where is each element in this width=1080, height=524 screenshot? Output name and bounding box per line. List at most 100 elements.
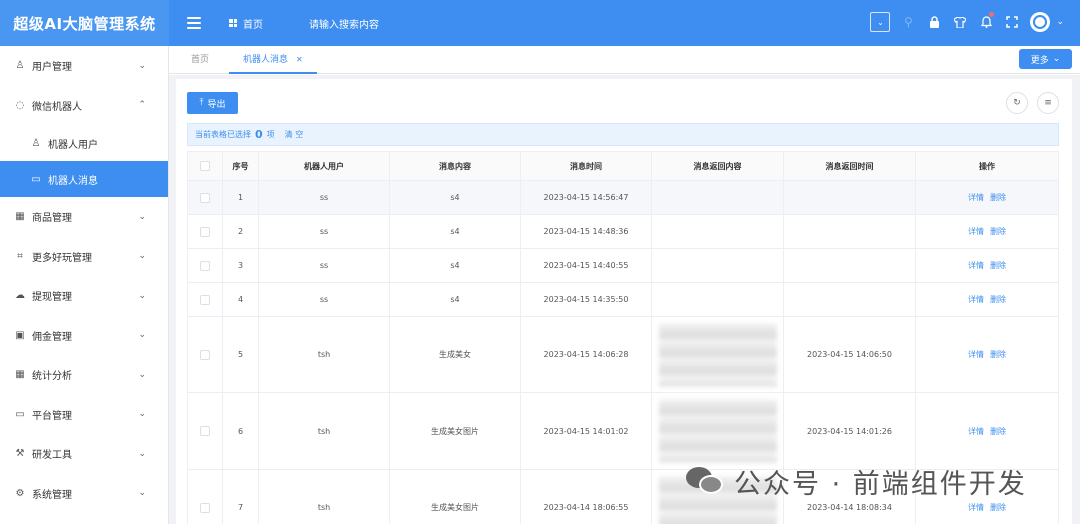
settings-sliders-icon[interactable]: ≡ bbox=[1037, 92, 1059, 114]
row-checkbox[interactable] bbox=[200, 426, 210, 436]
delete-link[interactable]: 删除 bbox=[990, 294, 1006, 305]
column-header: 消息返回内容 bbox=[652, 152, 784, 180]
cell-index: 3 bbox=[223, 249, 259, 282]
sidebar-item-label: 微信机器人 bbox=[32, 101, 82, 113]
column-header: 序号 bbox=[223, 152, 259, 180]
sidebar-item-dev-tools[interactable]: ⚒ 研发工具 ⌄ bbox=[0, 434, 168, 474]
cell-message: 生成美女图片 bbox=[390, 393, 521, 469]
delete-link[interactable]: 删除 bbox=[990, 426, 1006, 437]
chevron-down-icon[interactable]: ⌄ bbox=[870, 12, 891, 32]
select-all-checkbox-cell bbox=[188, 152, 223, 180]
chevron-down-icon: ⌄ bbox=[138, 290, 146, 301]
menu-toggle-icon[interactable] bbox=[187, 17, 201, 29]
sidebar-item-label: 商品管理 bbox=[32, 213, 72, 225]
sidebar-item-system-management[interactable]: ⚙ 系统管理 ⌄ bbox=[0, 474, 168, 514]
cell-user: tsh bbox=[259, 317, 390, 392]
table-row: 1 ss s4 2023-04-15 14:56:47 详情 删除 bbox=[188, 181, 1058, 215]
cell-actions: 详情 删除 bbox=[916, 283, 1058, 316]
chevron-down-icon: ⌄ bbox=[138, 409, 146, 420]
more-button[interactable]: 更多 ⌄ bbox=[1019, 49, 1072, 69]
row-checkbox-cell bbox=[188, 181, 223, 214]
sidebar-item-bot-messages[interactable]: ▭ 机器人消息 bbox=[0, 161, 168, 197]
lock-icon[interactable] bbox=[926, 14, 942, 30]
detail-link[interactable]: 详情 bbox=[968, 349, 984, 360]
blurred-image bbox=[658, 399, 777, 463]
selection-count: 0 bbox=[255, 128, 263, 141]
row-checkbox[interactable] bbox=[200, 349, 210, 360]
row-checkbox[interactable] bbox=[200, 226, 210, 237]
wechat-icon: ◌ bbox=[15, 99, 25, 111]
clear-selection-link[interactable]: 清 空 bbox=[285, 129, 304, 140]
sidebar-item-bot-users[interactable]: ♙ 机器人用户 bbox=[0, 125, 168, 161]
export-button[interactable]: ⤒ 导出 bbox=[187, 92, 238, 114]
chevron-down-icon[interactable]: ⌄ bbox=[1056, 17, 1064, 27]
cell-index: 5 bbox=[223, 317, 259, 392]
sidebar-item-label: 平台管理 bbox=[32, 410, 72, 422]
chevron-down-icon: ⌄ bbox=[138, 448, 146, 459]
detail-link[interactable]: 详情 bbox=[968, 260, 984, 271]
chevron-down-icon: ⌄ bbox=[138, 369, 146, 380]
sidebar-item-wechat-bot[interactable]: ◌ 微信机器人 ⌃ bbox=[0, 86, 168, 126]
cell-user: ss bbox=[259, 283, 390, 316]
delete-link[interactable]: 删除 bbox=[990, 260, 1006, 271]
sidebar-item-label: 系统管理 bbox=[32, 489, 72, 501]
detail-link[interactable]: 详情 bbox=[968, 192, 984, 203]
detail-link[interactable]: 详情 bbox=[968, 426, 984, 437]
select-all-checkbox[interactable] bbox=[200, 161, 210, 171]
cloud-icon: ☁ bbox=[15, 290, 25, 302]
tab-label: 机器人消息 bbox=[243, 55, 289, 65]
chevron-down-icon: ⌄ bbox=[1052, 54, 1061, 64]
cell-index: 4 bbox=[223, 283, 259, 316]
main-content: ⤒ 导出 ↻ ≡ 当前表格已选择 0 项 清 空 序号 机器人用户 消息内容 消… bbox=[169, 75, 1080, 524]
row-checkbox-cell bbox=[188, 393, 223, 469]
tab-bot-messages[interactable]: 机器人消息 ✕ bbox=[229, 46, 317, 74]
grid-icon: ▦ bbox=[15, 369, 25, 381]
cell-user: ss bbox=[259, 215, 390, 248]
row-checkbox[interactable] bbox=[200, 502, 210, 513]
cell-return-content bbox=[652, 215, 784, 248]
gear-icon: ⚙ bbox=[15, 487, 25, 499]
refresh-icon[interactable]: ↻ bbox=[1006, 92, 1028, 114]
row-checkbox[interactable] bbox=[200, 192, 210, 203]
tab-home[interactable]: 首页 bbox=[191, 46, 209, 74]
table-row: 4 ss s4 2023-04-15 14:35:50 详情 删除 bbox=[188, 283, 1058, 317]
table-row: 2 ss s4 2023-04-15 14:48:36 详情 删除 bbox=[188, 215, 1058, 249]
cell-return-time: 2023-04-15 14:01:26 bbox=[784, 393, 916, 469]
font-icon[interactable]: ⚲ bbox=[900, 14, 916, 30]
fullscreen-icon[interactable] bbox=[1004, 14, 1020, 30]
delete-link[interactable]: 删除 bbox=[990, 226, 1006, 237]
sidebar-item-statistics[interactable]: ▦ 统计分析 ⌄ bbox=[0, 355, 168, 395]
selection-suffix: 项 bbox=[266, 130, 275, 139]
cell-message: s4 bbox=[390, 181, 521, 214]
close-icon[interactable]: ✕ bbox=[296, 55, 303, 64]
detail-link[interactable]: 详情 bbox=[968, 502, 984, 513]
bell-icon[interactable] bbox=[978, 12, 995, 30]
cell-index: 6 bbox=[223, 393, 259, 469]
row-checkbox-cell bbox=[188, 317, 223, 392]
row-checkbox-cell bbox=[188, 249, 223, 282]
home-label: 首页 bbox=[243, 19, 263, 31]
topbar-home-link[interactable]: 首页 bbox=[229, 16, 263, 31]
detail-link[interactable]: 详情 bbox=[968, 226, 984, 237]
delete-link[interactable]: 删除 bbox=[990, 502, 1006, 513]
row-checkbox[interactable] bbox=[200, 294, 210, 305]
cell-return-time bbox=[784, 249, 916, 282]
sidebar-item-platform-management[interactable]: ▭ 平台管理 ⌄ bbox=[0, 395, 168, 435]
sidebar-item-user-management[interactable]: ♙ 用户管理 ⌄ bbox=[0, 46, 168, 86]
delete-link[interactable]: 删除 bbox=[990, 192, 1006, 203]
app-logo-title: 超级AI大脑管理系统 bbox=[0, 0, 169, 46]
cell-actions: 详情 删除 bbox=[916, 393, 1058, 469]
delete-link[interactable]: 删除 bbox=[990, 349, 1006, 360]
sidebar-item-withdrawal-management[interactable]: ☁ 提现管理 ⌄ bbox=[0, 276, 168, 316]
sidebar-item-product-management[interactable]: ▦ 商品管理 ⌄ bbox=[0, 197, 168, 237]
row-checkbox[interactable] bbox=[200, 260, 210, 271]
chevron-down-icon: ⌄ bbox=[138, 330, 146, 341]
selection-prefix: 当前表格已选择 bbox=[195, 130, 251, 139]
sidebar-item-fun-management[interactable]: ⌗ 更多好玩管理 ⌄ bbox=[0, 237, 168, 277]
avatar[interactable] bbox=[1030, 12, 1051, 32]
sidebar-item-commission-management[interactable]: ▣ 佣金管理 ⌄ bbox=[0, 316, 168, 356]
sidebar-item-label: 更多好玩管理 bbox=[32, 252, 92, 264]
detail-link[interactable]: 详情 bbox=[968, 294, 984, 305]
shirt-icon[interactable] bbox=[952, 14, 968, 30]
topbar-search[interactable]: 请输入搜索内容 bbox=[309, 16, 379, 31]
